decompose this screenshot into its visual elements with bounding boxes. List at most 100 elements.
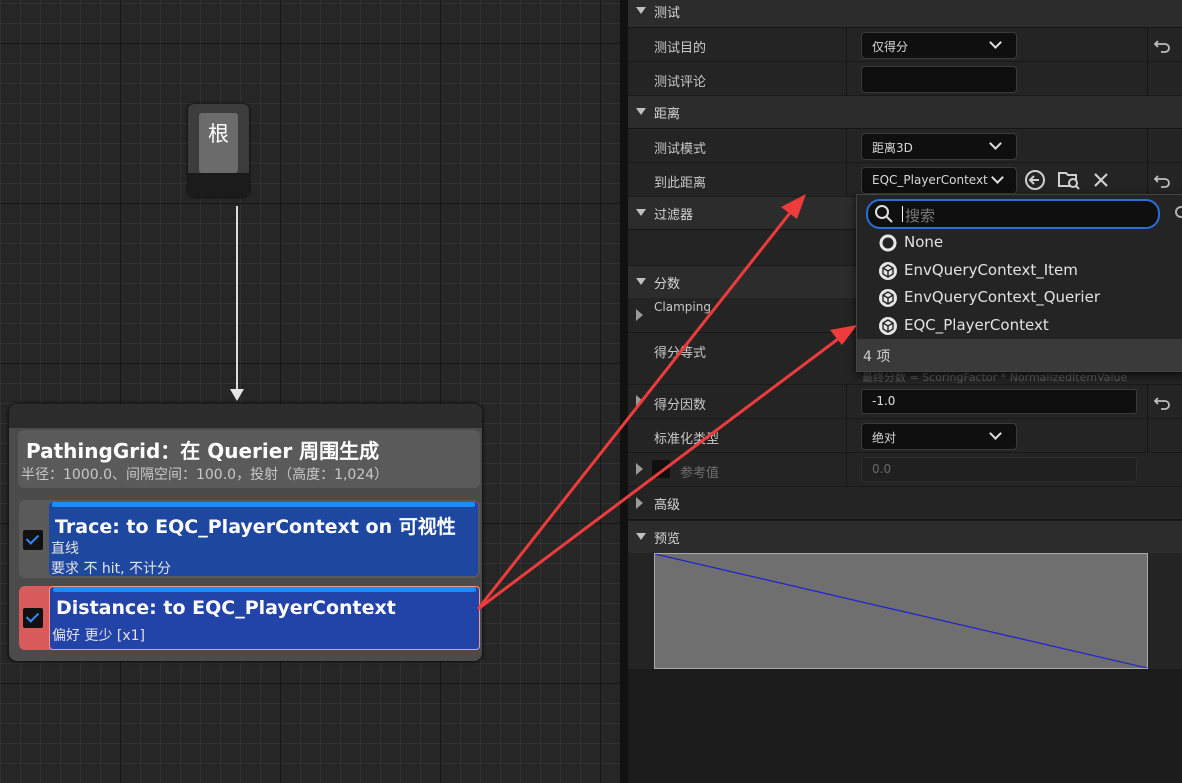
collapse-arrow-icon xyxy=(636,108,646,115)
column-divider xyxy=(846,28,847,61)
column-divider xyxy=(1147,163,1148,196)
row-test-comment: 测试评论 xyxy=(628,62,1182,96)
column-divider xyxy=(846,453,847,486)
generator-subtitle: 半径：1000.0、间隔空间：100.0，投射（高度：1,024） xyxy=(21,467,389,483)
trace-test-line2: 要求 不 hit, 不计分 xyxy=(51,561,172,576)
dropdown-item-envquerycontext-item[interactable]: EnvQueryContext_Item xyxy=(878,258,1178,284)
category-filter-label: 过滤器 xyxy=(654,208,694,223)
text-caret xyxy=(902,206,903,222)
collapse-arrow-icon xyxy=(636,7,646,14)
context-picker-dropdown: 搜索 None EnvQueryContext_Item EnvQueryCon… xyxy=(856,194,1182,372)
dropdown-item-label: EnvQueryContext_Querier xyxy=(904,288,1100,306)
reset-to-default-icon[interactable] xyxy=(1152,171,1174,189)
score-factor-label: 得分因数 xyxy=(654,398,707,413)
row-test-mode: 测试模式 距离3D xyxy=(628,129,1182,163)
column-divider xyxy=(1147,419,1148,452)
generator-header: PathingGrid：在 Querier 周围生成 半径：1000.0、间隔空… xyxy=(18,430,480,488)
row-distance-to: 到此距离 EQC_PlayerContext xyxy=(628,163,1182,197)
reset-to-default-icon[interactable] xyxy=(1152,393,1174,411)
column-divider xyxy=(846,62,847,95)
test-purpose-value: 仅得分 xyxy=(872,40,909,54)
root-node[interactable]: 根 xyxy=(188,104,249,197)
dropdown-item-envquerycontext-querier[interactable]: EnvQueryContext_Querier xyxy=(878,285,1178,311)
reference-value: 0.0 xyxy=(872,462,892,476)
distance-to-label: 到此距离 xyxy=(654,176,707,191)
reference-checkbox[interactable] xyxy=(652,460,670,478)
category-distance-label: 距离 xyxy=(654,107,681,122)
trace-test-row[interactable]: Trace: to EQC_PlayerContext on 可视性 直线 要求… xyxy=(19,500,480,578)
generator-node[interactable]: PathingGrid：在 Querier 周围生成 半径：1000.0、间隔空… xyxy=(9,404,482,661)
distance-to-value: EQC_PlayerContext xyxy=(872,173,988,187)
browse-folder-icon[interactable] xyxy=(1057,169,1081,191)
normalization-label: 标准化类型 xyxy=(654,432,720,447)
collapse-arrow-icon xyxy=(636,533,646,540)
score-factor-input[interactable]: -1.0 xyxy=(861,389,1137,414)
normalization-value: 绝对 xyxy=(872,431,897,445)
dropdown-item-none[interactable]: None xyxy=(878,230,1178,256)
generator-input-pin[interactable] xyxy=(9,404,482,428)
column-divider xyxy=(1147,385,1148,418)
dropdown-item-eqc-playercontext[interactable]: EQC_PlayerContext xyxy=(878,313,1178,339)
test-mode-label: 测试模式 xyxy=(654,142,707,157)
category-advanced[interactable]: 高级 xyxy=(628,487,1182,520)
trace-test-line1: 直线 xyxy=(51,541,79,557)
category-score-label: 分数 xyxy=(654,277,681,292)
test-node-bar xyxy=(52,502,475,507)
test-comment-label: 测试评论 xyxy=(654,75,707,90)
category-preview[interactable]: 预览 xyxy=(628,521,1182,554)
clear-icon[interactable] xyxy=(1092,171,1110,189)
dropdown-item-label: EQC_PlayerContext xyxy=(904,316,1049,334)
behavior-graph[interactable]: 根 PathingGrid：在 Querier 周围生成 半径：1000.0、间… xyxy=(0,0,620,783)
generator-title: PathingGrid：在 Querier 周围生成 xyxy=(26,439,380,463)
panel-splitter[interactable] xyxy=(620,0,628,783)
trace-test-node[interactable]: Trace: to EQC_PlayerContext on 可视性 直线 要求… xyxy=(49,502,478,576)
dropdown-item-label: EnvQueryContext_Item xyxy=(904,261,1078,279)
connection-arrowhead xyxy=(230,389,244,401)
column-divider xyxy=(1147,28,1148,61)
expand-arrow-icon[interactable] xyxy=(636,309,643,321)
editor-root: 根 PathingGrid：在 Querier 周围生成 半径：1000.0、间… xyxy=(0,0,1182,783)
root-node-output-pin[interactable] xyxy=(188,173,249,197)
checkmark-icon xyxy=(25,531,40,545)
test-node-bar xyxy=(53,587,476,592)
root-node-label: 根 xyxy=(208,122,229,146)
test-mode-combo[interactable]: 距离3D xyxy=(861,133,1017,160)
checkmark-icon xyxy=(25,609,40,623)
column-divider xyxy=(1147,129,1148,162)
column-divider xyxy=(846,163,847,196)
gear-icon[interactable] xyxy=(1173,204,1182,220)
expand-arrow-icon xyxy=(636,497,643,509)
search-icon xyxy=(875,205,893,223)
distance-test-row[interactable]: Distance: to EQC_PlayerContext 偏好 更少 [x1… xyxy=(19,586,480,650)
distance-test-checkbox[interactable] xyxy=(23,608,43,628)
dropdown-item-count: 4 项 xyxy=(863,349,891,365)
category-test[interactable]: 测试 xyxy=(628,0,1182,28)
column-divider xyxy=(846,129,847,162)
category-distance[interactable]: 距离 xyxy=(628,96,1182,129)
column-divider xyxy=(846,385,847,418)
expand-arrow-icon[interactable] xyxy=(636,395,643,407)
trace-test-checkbox[interactable] xyxy=(23,530,43,550)
row-test-purpose: 测试目的 仅得分 xyxy=(628,28,1182,62)
chevron-down-icon xyxy=(989,36,1002,49)
distance-test-node[interactable]: Distance: to EQC_PlayerContext 偏好 更少 [x1… xyxy=(49,586,480,650)
class-icon xyxy=(879,262,897,280)
dropdown-search-input[interactable]: 搜索 xyxy=(866,199,1160,229)
dropdown-footer: 4 项 xyxy=(857,339,1182,371)
reference-input: 0.0 xyxy=(861,457,1137,482)
use-selected-icon[interactable] xyxy=(1024,169,1046,191)
chevron-down-icon xyxy=(991,171,1004,184)
expand-arrow-icon[interactable] xyxy=(636,463,643,475)
test-comment-input[interactable] xyxy=(861,66,1017,93)
normalization-combo[interactable]: 绝对 xyxy=(861,423,1017,450)
preview-curve xyxy=(655,554,1147,668)
test-purpose-combo[interactable]: 仅得分 xyxy=(861,32,1017,59)
test-purpose-label: 测试目的 xyxy=(654,41,707,56)
distance-to-combo[interactable]: EQC_PlayerContext xyxy=(861,167,1017,194)
dropdown-item-label: None xyxy=(904,233,944,251)
class-icon xyxy=(879,317,897,335)
reset-to-default-icon[interactable] xyxy=(1152,36,1174,54)
clamping-label: Clamping xyxy=(654,300,711,314)
collapse-arrow-icon xyxy=(636,209,646,216)
row-normalization: 标准化类型 绝对 xyxy=(628,419,1182,453)
